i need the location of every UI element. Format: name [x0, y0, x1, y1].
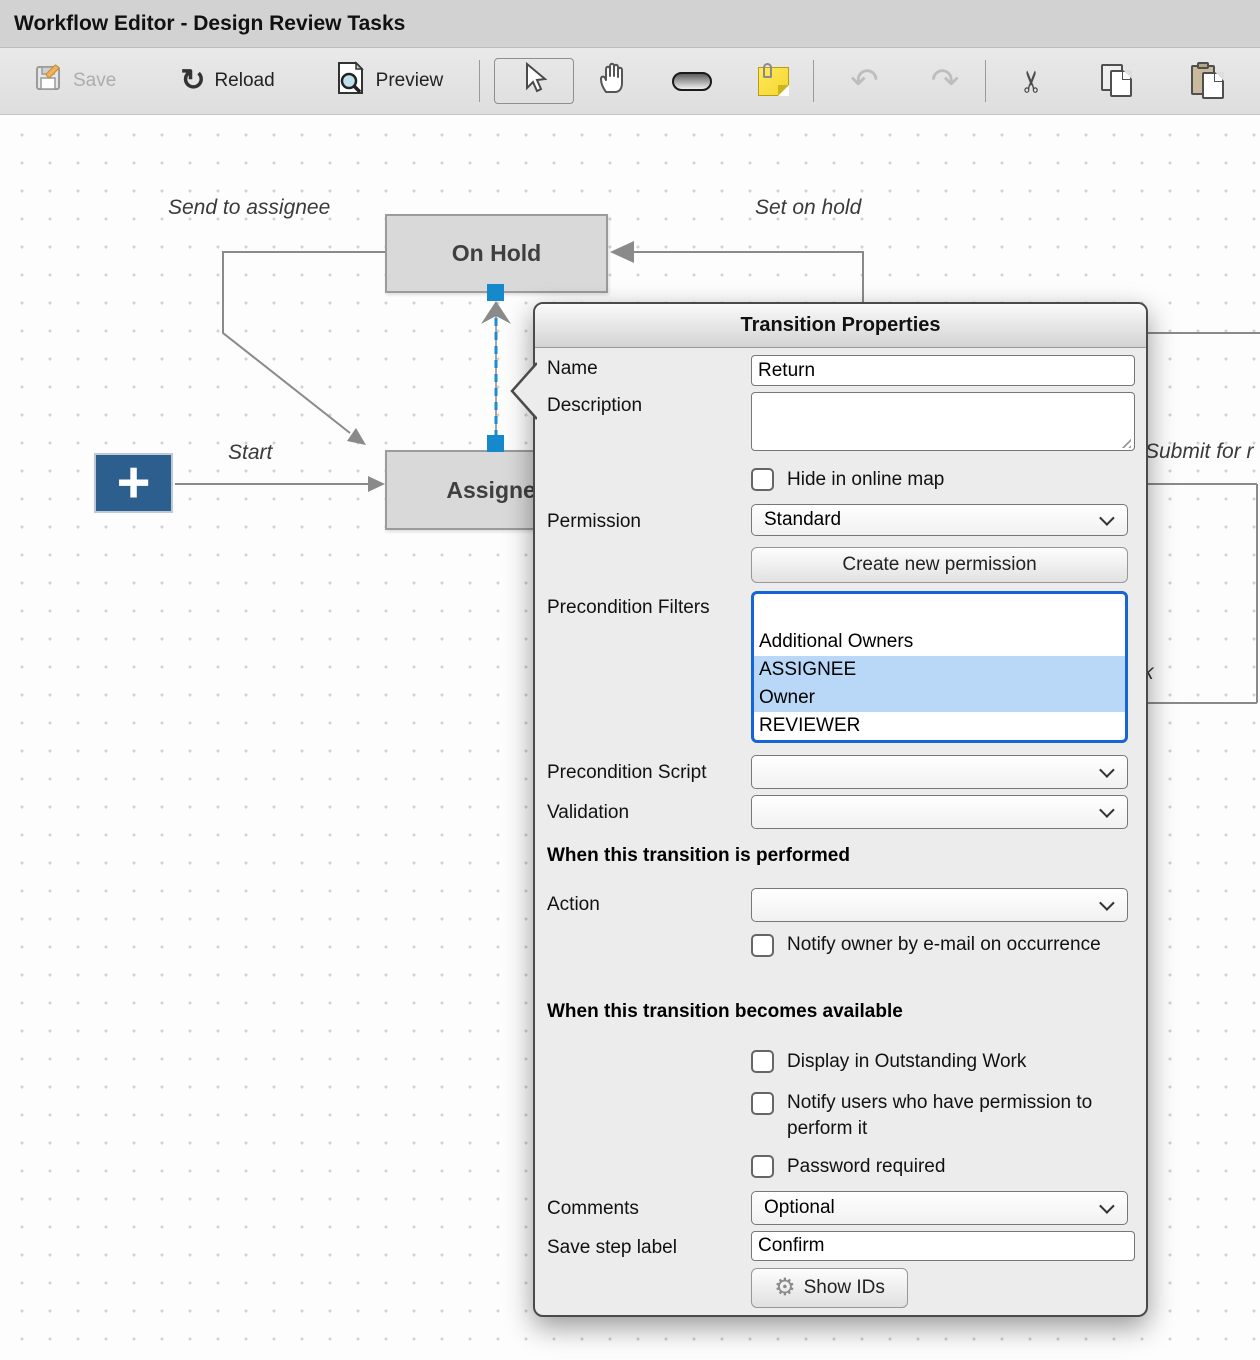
scissors-icon: ✂	[1015, 68, 1050, 93]
copy-button[interactable]	[1091, 57, 1145, 105]
description-label: Description	[547, 395, 642, 417]
notify-owner-label: Notify owner by e-mail on occurrence	[787, 932, 1127, 958]
section-available-heading: When this transition becomes available	[547, 1001, 903, 1023]
transition-properties-dialog: Transition Properties Name Description H…	[533, 302, 1148, 1317]
toolbar: Save ↻ Reload Preview	[0, 48, 1260, 115]
notify-users-checkbox[interactable]	[751, 1092, 774, 1115]
undo-button[interactable]: ↶	[840, 57, 889, 105]
filter-option-additional-owners[interactable]: Additional Owners	[754, 628, 1125, 656]
hide-in-online-map-label: Hide in online map	[787, 467, 1127, 493]
add-step-tool-button[interactable]	[662, 57, 722, 105]
password-required-label: Password required	[787, 1154, 1127, 1180]
redo-button[interactable]: ↷	[921, 57, 970, 105]
transition-handle-bottom	[487, 435, 504, 452]
chevron-down-icon	[1099, 802, 1115, 818]
save-step-label: Save step label	[547, 1237, 677, 1259]
chevron-down-icon	[1099, 762, 1115, 778]
dialog-callout-pointer	[509, 362, 537, 420]
toolbar-separator	[479, 60, 480, 102]
select-tool-button[interactable]	[494, 58, 574, 104]
chevron-down-icon	[1099, 510, 1115, 526]
preview-button[interactable]: Preview	[325, 57, 454, 105]
save-label: Save	[73, 70, 116, 92]
permission-select[interactable]: Standard	[751, 504, 1128, 536]
toolbar-separator	[813, 60, 814, 102]
comments-select[interactable]: Optional	[751, 1191, 1128, 1225]
password-required-checkbox[interactable]	[751, 1155, 774, 1178]
redo-icon: ↷	[931, 64, 960, 98]
precondition-script-label: Precondition Script	[547, 762, 706, 784]
hand-icon	[596, 61, 628, 101]
paste-button[interactable]	[1181, 57, 1235, 105]
reload-button[interactable]: ↻ Reload	[170, 57, 284, 105]
precondition-script-select[interactable]	[751, 755, 1128, 789]
chevron-down-icon	[1099, 1198, 1115, 1214]
create-new-permission-button[interactable]: Create new permission	[751, 547, 1128, 583]
undo-icon: ↶	[850, 64, 879, 98]
display-outstanding-checkbox[interactable]	[751, 1050, 774, 1073]
filter-option-assignee[interactable]: ASSIGNEE	[754, 656, 1125, 684]
filter-option-owner[interactable]: Owner	[754, 684, 1125, 712]
window-title: Workflow Editor - Design Review Tasks	[14, 12, 405, 36]
toolbar-separator	[985, 60, 986, 102]
name-input[interactable]	[751, 355, 1135, 386]
description-input[interactable]	[751, 392, 1135, 451]
transition-handle-top	[487, 284, 504, 301]
filter-option-blank[interactable]	[754, 594, 1125, 628]
precondition-filters-label: Precondition Filters	[547, 597, 710, 619]
preview-label: Preview	[376, 70, 444, 92]
action-select[interactable]	[751, 888, 1128, 922]
hide-in-online-map-checkbox[interactable]	[751, 468, 774, 491]
add-note-tool-button[interactable]	[748, 57, 799, 105]
cursor-icon	[520, 62, 548, 100]
validation-select[interactable]	[751, 795, 1128, 829]
preview-icon	[335, 61, 367, 101]
name-label: Name	[547, 358, 598, 380]
reload-icon: ↻	[180, 66, 205, 96]
notify-owner-checkbox[interactable]	[751, 934, 774, 957]
chevron-down-icon	[1099, 895, 1115, 911]
notify-users-label: Notify users who have permission to perf…	[787, 1090, 1127, 1142]
copy-icon	[1101, 64, 1135, 98]
validation-label: Validation	[547, 802, 629, 824]
precondition-filters-listbox[interactable]: Additional Owners ASSIGNEE Owner REVIEWE…	[751, 591, 1128, 743]
permission-value: Standard	[764, 509, 841, 531]
save-button[interactable]: Save	[24, 57, 126, 105]
pan-tool-button[interactable]	[586, 57, 638, 105]
display-outstanding-label: Display in Outstanding Work	[787, 1049, 1127, 1075]
permission-label: Permission	[547, 511, 641, 533]
dialog-title[interactable]: Transition Properties	[535, 304, 1146, 348]
action-label: Action	[547, 894, 600, 916]
save-icon	[34, 63, 64, 99]
section-performed-heading: When this transition is performed	[547, 845, 850, 867]
show-ids-button[interactable]: ⚙ Show IDs	[751, 1268, 908, 1308]
filter-option-reviewer[interactable]: REVIEWER	[754, 712, 1125, 740]
gear-icon: ⚙	[774, 1276, 796, 1300]
step-node-icon	[672, 72, 712, 91]
window-title-bar: Workflow Editor - Design Review Tasks	[0, 0, 1260, 48]
sticky-note-icon	[758, 67, 789, 96]
workflow-canvas[interactable]: On Hold Assignee + Send to assignee Set …	[0, 115, 1260, 1360]
comments-label: Comments	[547, 1198, 639, 1220]
save-step-input[interactable]	[751, 1231, 1135, 1261]
reload-label: Reload	[214, 70, 274, 92]
cut-button[interactable]: ✂	[1010, 57, 1055, 105]
paste-icon	[1191, 63, 1225, 99]
